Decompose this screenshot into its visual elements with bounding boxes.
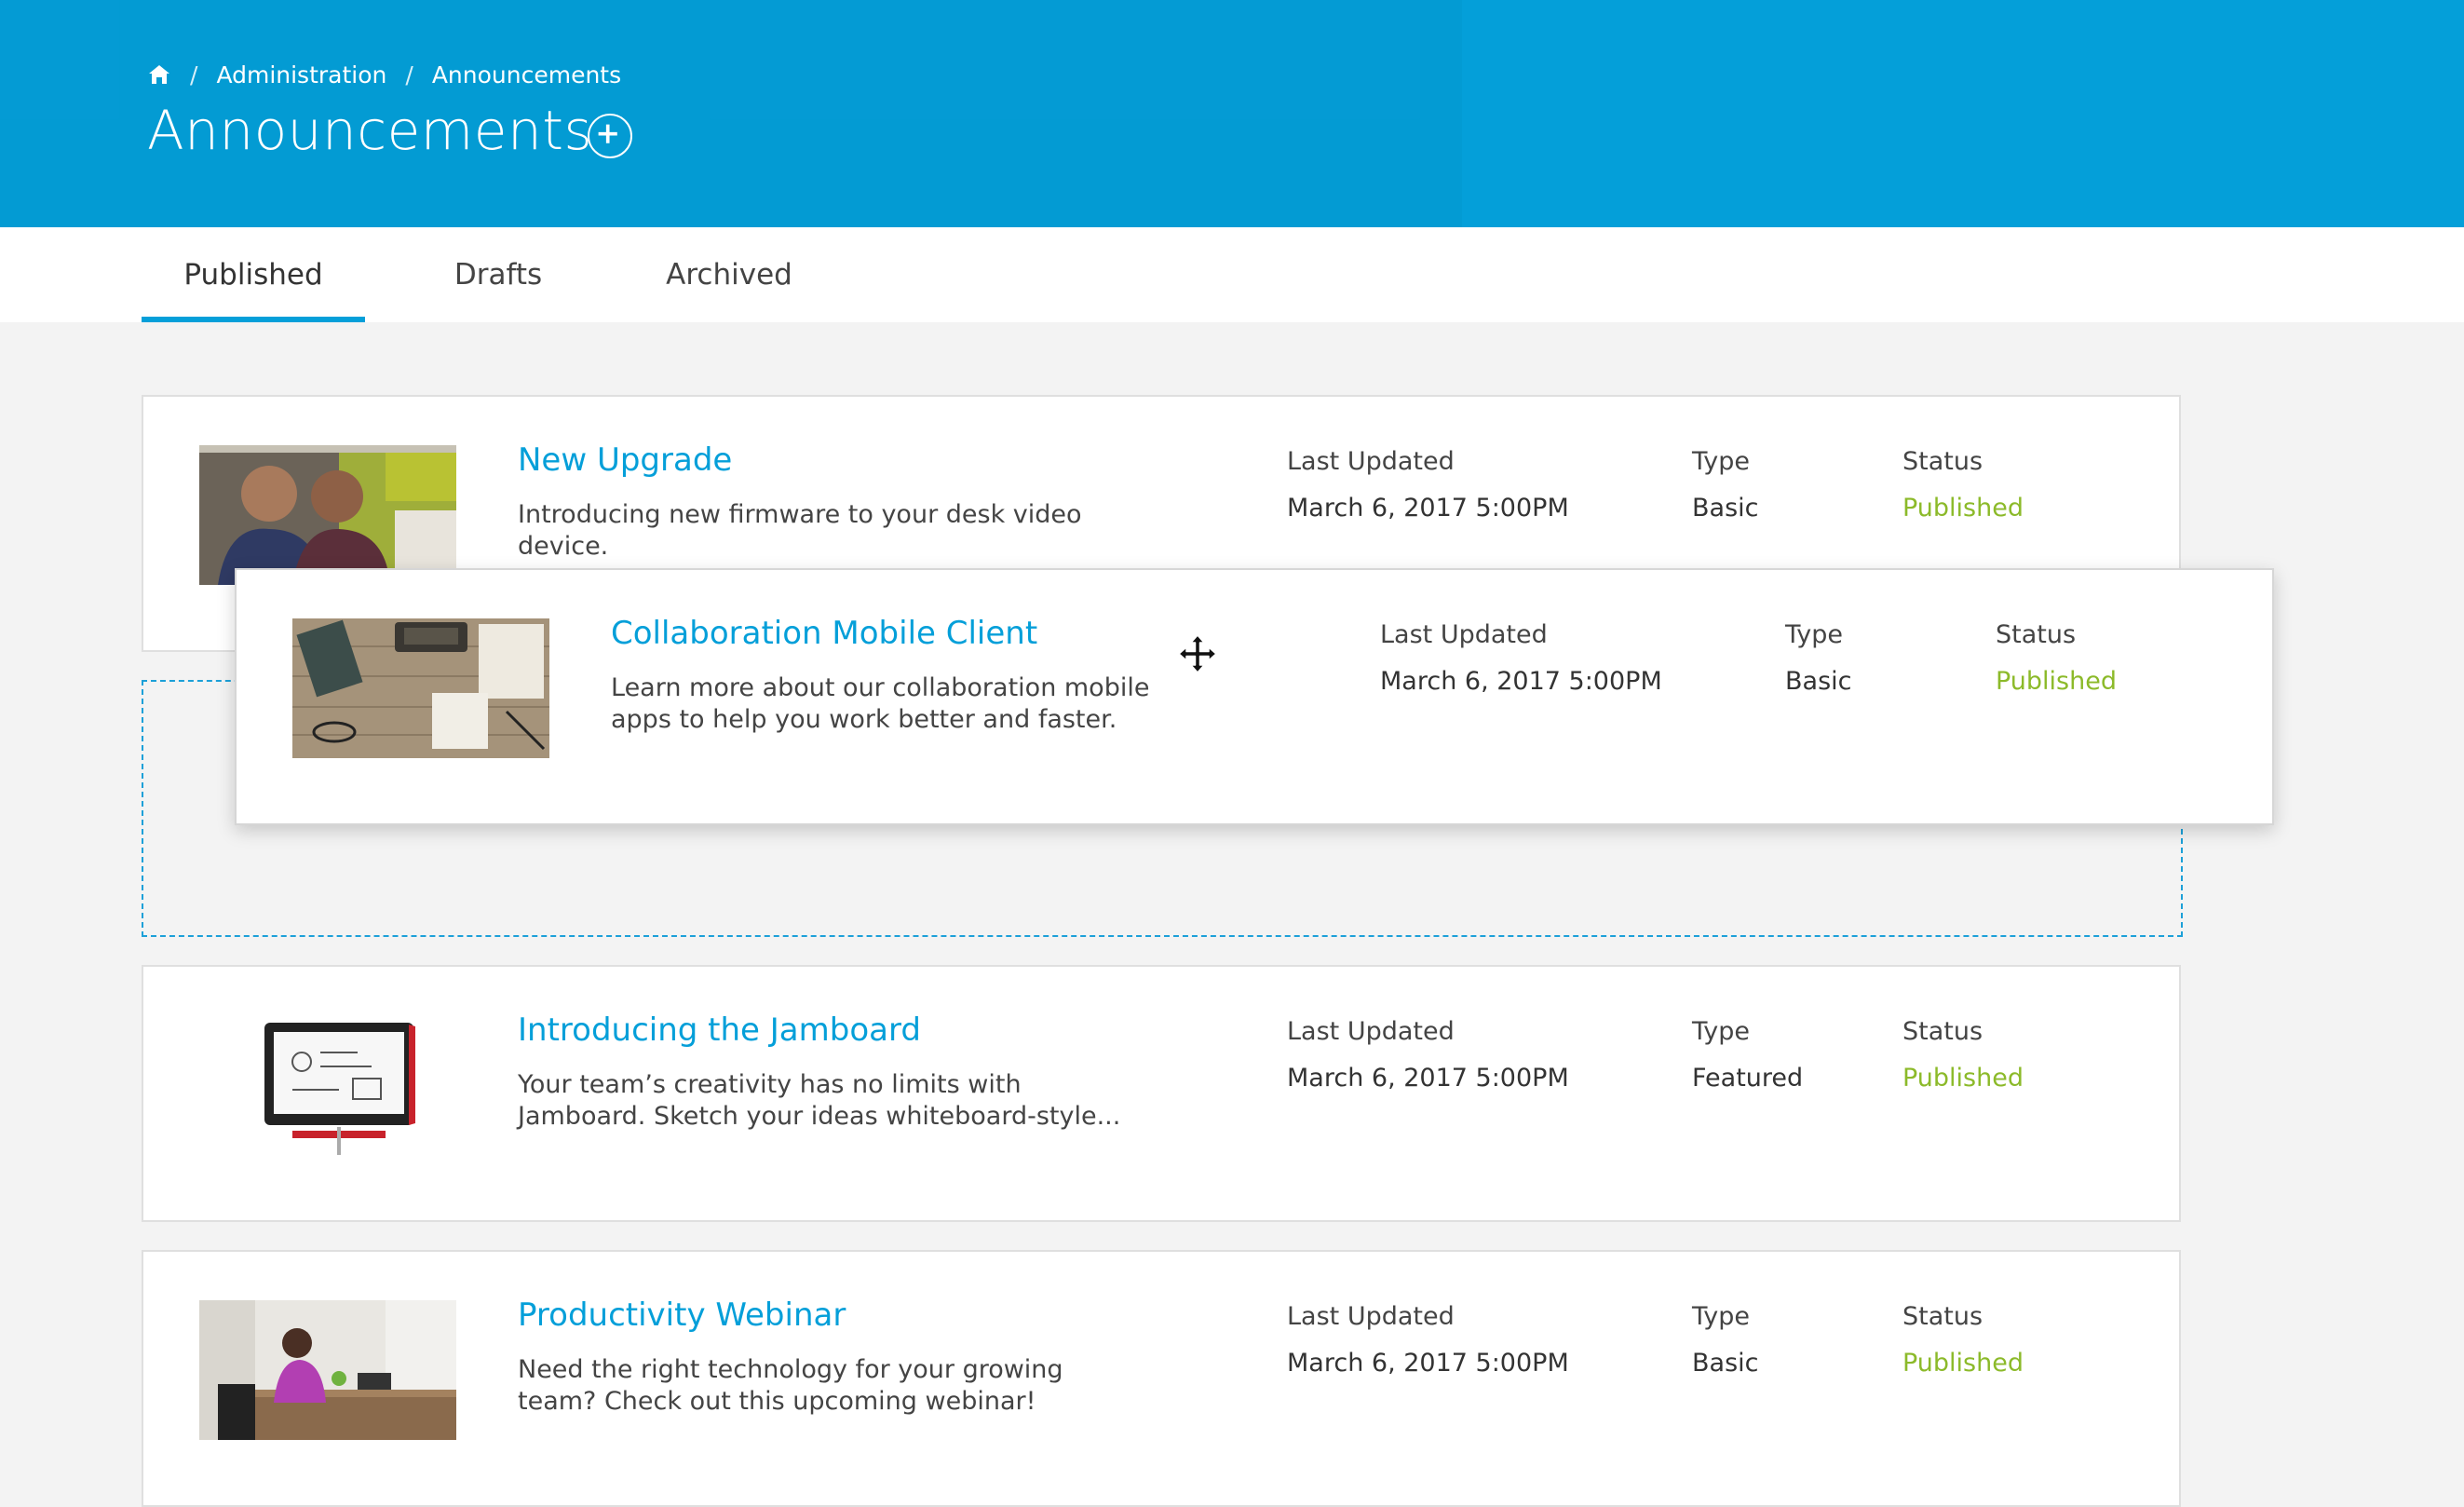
status-value: Published [1902,1064,2024,1093]
status-label: Status [1902,447,1983,476]
type-value: Featured [1692,1064,1804,1093]
type-label: Type [1692,1017,1751,1046]
type-value: Basic [1692,494,1759,523]
page-header: / Administration / Announcements Announc… [0,0,2464,227]
announcement-thumbnail [292,618,549,758]
announcement-description: Learn more about our collaboration mobil… [611,673,1150,734]
last-updated-value: March 6, 2017 5:00PM [1287,494,1569,523]
home-icon[interactable] [147,62,171,87]
status-value: Published [1902,494,2024,523]
plus-circle-icon [598,124,617,143]
announcement-description: Introducing new firmware to your desk vi… [518,500,1082,561]
tab-published[interactable]: Published [142,227,365,322]
last-updated-value: March 6, 2017 5:00PM [1380,667,1662,696]
last-updated-label: Last Updated [1287,1302,1455,1331]
announcement-title[interactable]: Introducing the Jamboard [518,1011,921,1049]
announcement-description: Your team’s creativity has no limits wit… [518,1070,1121,1131]
tab-archived[interactable]: Archived [643,227,816,322]
announcement-description: Need the right technology for your growi… [518,1355,1063,1416]
announcement-card-productivity-webinar[interactable]: Productivity Webinar Need the right tech… [142,1250,2181,1507]
announcement-title[interactable]: Productivity Webinar [518,1297,846,1334]
move-cursor-icon [1177,633,1218,674]
last-updated-label: Last Updated [1287,1017,1455,1046]
type-label: Type [1692,447,1751,476]
announcement-thumbnail [199,1015,456,1155]
breadcrumb-announcements[interactable]: Announcements [432,61,621,88]
announcement-thumbnail [199,1300,456,1440]
page-title: Announcements [147,99,593,162]
status-label: Status [1902,1017,1983,1046]
announcement-title[interactable]: Collaboration Mobile Client [611,615,1037,652]
last-updated-label: Last Updated [1380,620,1548,649]
announcement-card-jamboard[interactable]: Introducing the Jamboard Your team’s cre… [142,965,2181,1222]
announcement-thumbnail [199,445,456,585]
status-value: Published [1902,1349,2024,1378]
tab-drafts[interactable]: Drafts [419,227,577,322]
type-value: Basic [1785,667,1852,696]
add-announcement-button[interactable] [588,114,632,158]
breadcrumb-separator: / [405,61,413,88]
status-label: Status [1902,1302,1983,1331]
breadcrumb-separator: / [190,61,198,88]
status-value: Published [1996,667,2117,696]
type-label: Type [1692,1302,1751,1331]
breadcrumb-administration[interactable]: Administration [216,61,386,88]
last-updated-value: March 6, 2017 5:00PM [1287,1064,1569,1093]
announcement-title[interactable]: New Upgrade [518,441,732,479]
announcement-card-collaboration-dragging[interactable]: Collaboration Mobile Client Learn more a… [235,568,2274,825]
type-label: Type [1785,620,1844,649]
tabs-bar: Published Drafts Archived [0,227,2464,322]
type-value: Basic [1692,1349,1759,1378]
status-label: Status [1996,620,2077,649]
breadcrumb: / Administration / Announcements [147,56,621,93]
last-updated-value: March 6, 2017 5:00PM [1287,1349,1569,1378]
last-updated-label: Last Updated [1287,447,1455,476]
